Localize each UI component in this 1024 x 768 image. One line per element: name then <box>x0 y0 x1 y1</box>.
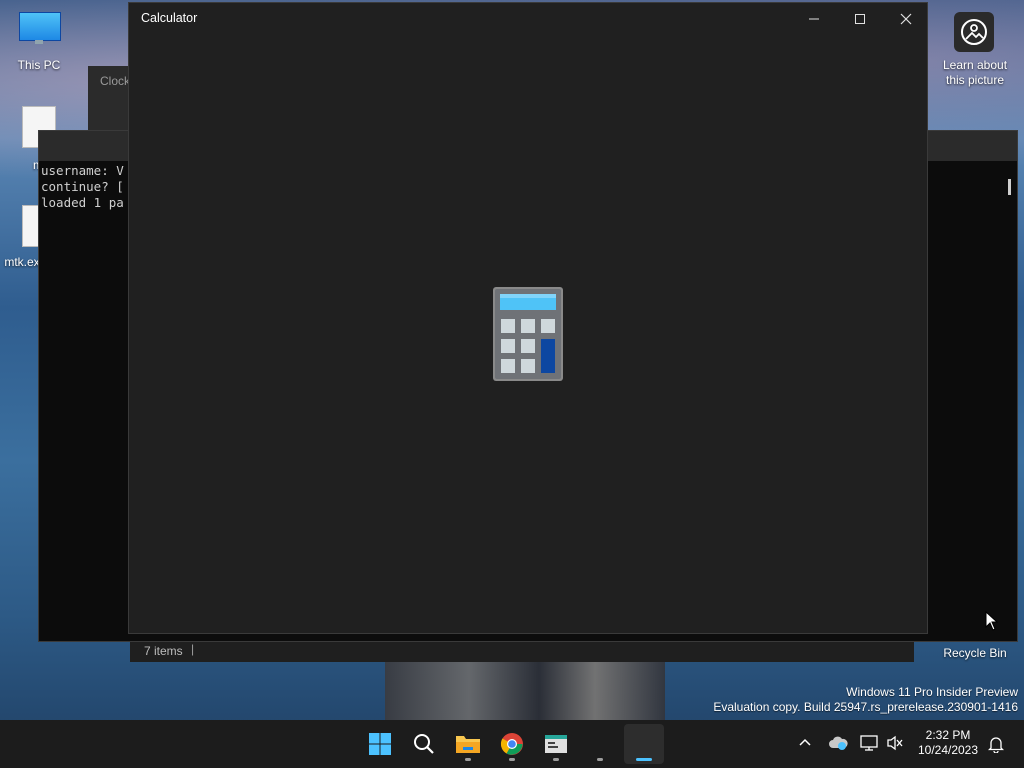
monitor-icon <box>17 10 61 44</box>
console-line: username: V <box>41 163 124 178</box>
clock-date: 10/24/2023 <box>917 743 979 757</box>
console-line: continue? [ <box>41 179 124 194</box>
minimize-icon <box>809 18 819 20</box>
app-window-icon <box>545 735 567 753</box>
build-watermark-line2: Evaluation copy. Build 25947.rs_prerelea… <box>713 700 1018 714</box>
network-icon <box>860 735 878 751</box>
tray-overflow-button[interactable] <box>798 735 812 752</box>
folder-icon <box>456 736 480 753</box>
running-indicator <box>465 758 471 761</box>
taskbar-clock[interactable]: 2:32 PM 10/24/2023 <box>912 728 984 758</box>
desktop-icon-recycle-bin[interactable]: Recycle Bin <box>936 646 1014 660</box>
maximize-button[interactable] <box>837 3 883 35</box>
clock-time: 2:32 PM <box>925 728 971 742</box>
running-indicator <box>553 758 559 761</box>
taskbar-chrome-button[interactable] <box>492 724 532 764</box>
taskbar-terminal-button[interactable] <box>580 724 620 764</box>
taskbar-file-explorer-button[interactable] <box>448 724 488 764</box>
calculator-icon <box>635 733 653 755</box>
taskbar-calculator-button[interactable] <box>624 724 664 764</box>
learn-about-picture-button[interactable] <box>954 12 994 52</box>
running-indicator <box>597 758 603 761</box>
tray-network-button[interactable] <box>860 735 878 754</box>
taskbar-start-button[interactable] <box>360 724 400 764</box>
close-icon <box>900 13 912 25</box>
learn-about-picture-label[interactable]: Learn about this picture <box>936 58 1014 88</box>
status-separator: | <box>191 642 195 656</box>
camera-icon <box>961 19 987 45</box>
bell-icon <box>987 737 1005 754</box>
running-indicator <box>509 758 515 761</box>
console-line: loaded 1 pa <box>41 195 124 210</box>
taskbar-search-button[interactable] <box>404 724 444 764</box>
status-item-count: 7 items <box>144 644 183 658</box>
wallpaper-rock <box>385 662 665 722</box>
chevron-up-icon <box>799 738 811 746</box>
tray-notifications-button[interactable] <box>987 735 1005 756</box>
minimize-button[interactable] <box>791 3 837 35</box>
calculator-title: Calculator <box>141 11 198 25</box>
console-output: username: V continue? [ loaded 1 pa <box>41 163 124 211</box>
build-watermark-line1: Windows 11 Pro Insider Preview <box>846 685 1018 699</box>
clock-window-title: Clock <box>100 74 131 88</box>
tray-volume-button[interactable] <box>886 735 904 754</box>
chrome-icon <box>500 733 523 755</box>
taskbar <box>0 720 1024 768</box>
taskbar-app-window-button[interactable] <box>536 724 576 764</box>
mouse-cursor-icon <box>985 611 999 631</box>
desktop-icon-file-2[interactable]: mtk.ex <box>0 205 56 271</box>
windows-logo-icon <box>369 733 391 755</box>
active-indicator <box>636 758 652 761</box>
calculator-window[interactable]: Calculator <box>128 2 928 634</box>
calculator-splash-icon <box>493 287 563 381</box>
console-scrollbar-thumb[interactable] <box>1008 179 1011 195</box>
desktop-icon-label: Recycle Bin <box>943 646 1007 660</box>
cloud-icon <box>829 736 848 750</box>
close-button[interactable] <box>883 3 929 35</box>
volume-muted-icon <box>887 735 903 751</box>
desktop-icon-this-pc[interactable]: This PC <box>10 8 68 74</box>
terminal-icon <box>589 735 611 753</box>
tray-onedrive-button[interactable] <box>828 735 848 754</box>
search-icon <box>414 734 434 754</box>
maximize-icon <box>855 14 865 24</box>
desktop-icon-label: This PC <box>17 58 61 72</box>
